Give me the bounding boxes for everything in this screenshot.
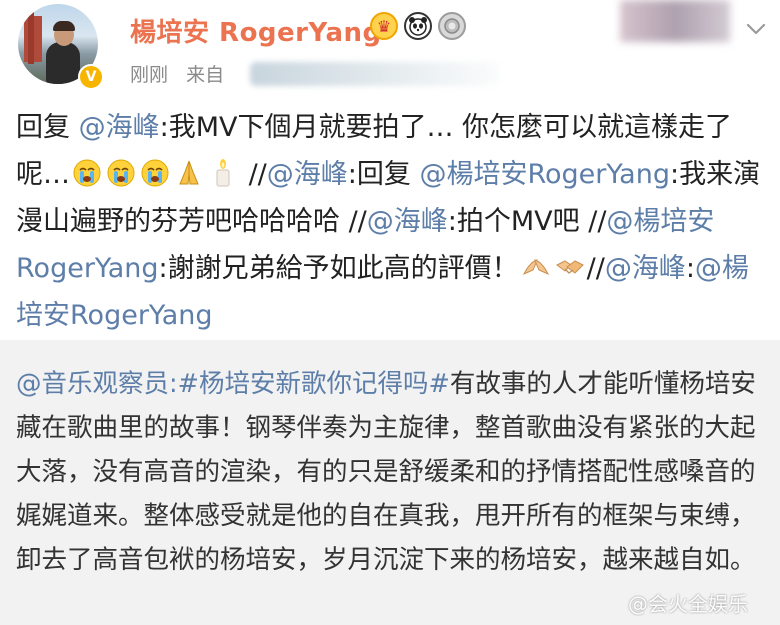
retweet-quote[interactable]: @音乐观察员:#杨培安新歌你记得吗#有故事的人才能听懂杨培安藏在歌曲里的故事！钢…	[0, 340, 780, 625]
mention-link[interactable]: @楊培安RogerYang	[419, 159, 670, 190]
bow-hands-icon	[521, 250, 551, 280]
post-meta: 刚刚 来自	[130, 60, 236, 87]
quote-mention[interactable]: @音乐观察员	[16, 369, 169, 399]
blurred-region	[620, 0, 730, 42]
quote-hashtag[interactable]: :#杨培安新歌你记得吗#	[169, 369, 450, 399]
avatar[interactable]: V	[18, 4, 104, 90]
medal-icon[interactable]	[438, 12, 466, 40]
mention-link[interactable]: @海峰	[605, 253, 686, 284]
cry-face-icon	[140, 156, 170, 187]
mention-link[interactable]: @海峰	[79, 112, 160, 143]
mention-link[interactable]: @海峰	[367, 206, 448, 237]
blurred-source	[250, 62, 500, 86]
post-text-segment: :拍个MV吧 //	[447, 206, 607, 237]
post-time: 刚刚	[130, 64, 169, 86]
mention-link[interactable]: @海峰	[267, 159, 348, 190]
handshake-icon	[555, 250, 585, 280]
post-text-segment: :回复	[347, 159, 420, 190]
chevron-down-icon[interactable]	[745, 18, 767, 40]
cry-face-icon	[106, 156, 136, 187]
quote-body: @音乐观察员:#杨培安新歌你记得吗#有故事的人才能听懂杨培安藏在歌曲里的故事！钢…	[16, 362, 768, 582]
quote-text: 有故事的人才能听懂杨培安藏在歌曲里的故事！钢琴伴奏为主旋律，整首歌曲没有紧张的大…	[16, 369, 756, 575]
username[interactable]: 楊培安 RogerYang	[130, 12, 382, 49]
post-text-segment: //	[586, 253, 605, 284]
post-text-segment: :謝謝兄弟給予如此高的評價！	[158, 253, 519, 284]
post-text-segment: 回复	[16, 112, 79, 143]
user-badges: ♛	[370, 12, 466, 40]
post-text-segment: //	[240, 159, 267, 190]
post-body: 回复 @海峰:我MV下個月就要拍了… 你怎麼可以就這樣走了呢… //@海峰:回复…	[16, 104, 766, 339]
post-text-segment: :	[685, 253, 695, 284]
praying-hands-icon	[174, 156, 204, 186]
cry-face-icon	[72, 156, 102, 187]
post-header: V 楊培安 RogerYang ♛ 刚刚 来自	[0, 0, 780, 96]
crown-icon[interactable]: ♛	[370, 12, 398, 40]
panda-icon[interactable]	[404, 12, 432, 40]
candle-icon	[208, 156, 238, 187]
verified-v-icon: V	[78, 64, 104, 90]
watermark: @会火全娱乐	[628, 592, 748, 616]
post-source-label: 来自	[186, 64, 225, 86]
